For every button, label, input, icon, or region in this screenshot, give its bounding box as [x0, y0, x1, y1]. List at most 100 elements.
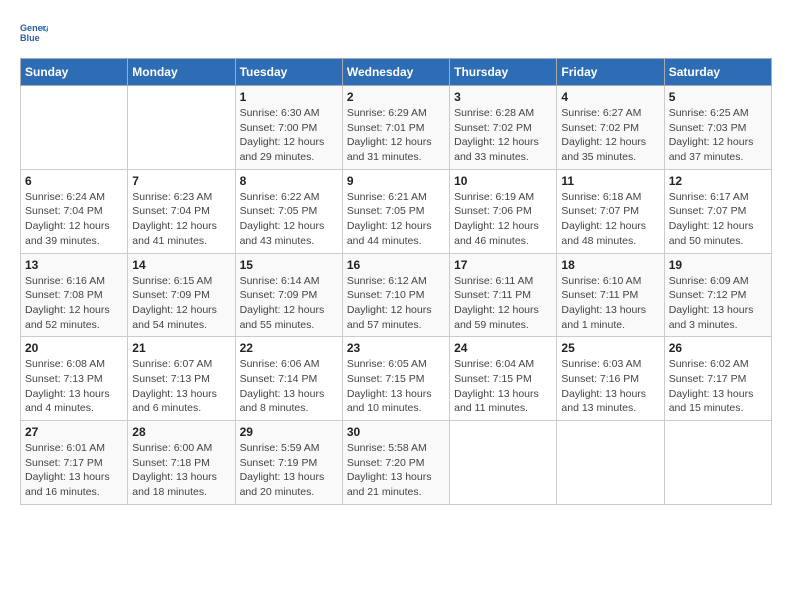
day-number: 27	[25, 425, 123, 439]
calendar-cell: 26 Sunrise: 6:02 AM Sunset: 7:17 PM Dayli…	[664, 337, 771, 421]
day-number: 7	[132, 174, 230, 188]
day-number: 6	[25, 174, 123, 188]
day-number: 24	[454, 341, 552, 355]
col-header-tuesday: Tuesday	[235, 59, 342, 86]
day-detail: Sunrise: 6:07 AM Sunset: 7:13 PM Dayligh…	[132, 357, 230, 416]
day-number: 15	[240, 258, 338, 272]
col-header-thursday: Thursday	[450, 59, 557, 86]
calendar-cell: 22 Sunrise: 6:06 AM Sunset: 7:14 PM Dayli…	[235, 337, 342, 421]
day-number: 26	[669, 341, 767, 355]
day-detail: Sunrise: 6:11 AM Sunset: 7:11 PM Dayligh…	[454, 274, 552, 333]
day-detail: Sunrise: 6:06 AM Sunset: 7:14 PM Dayligh…	[240, 357, 338, 416]
day-number: 17	[454, 258, 552, 272]
calendar-cell: 20 Sunrise: 6:08 AM Sunset: 7:13 PM Dayli…	[21, 337, 128, 421]
day-detail: Sunrise: 6:04 AM Sunset: 7:15 PM Dayligh…	[454, 357, 552, 416]
day-detail: Sunrise: 6:27 AM Sunset: 7:02 PM Dayligh…	[561, 106, 659, 165]
day-number: 25	[561, 341, 659, 355]
day-detail: Sunrise: 6:05 AM Sunset: 7:15 PM Dayligh…	[347, 357, 445, 416]
header: General Blue	[20, 20, 772, 48]
calendar-cell	[128, 86, 235, 170]
calendar-cell: 25 Sunrise: 6:03 AM Sunset: 7:16 PM Dayli…	[557, 337, 664, 421]
calendar-cell: 5 Sunrise: 6:25 AM Sunset: 7:03 PM Daylig…	[664, 86, 771, 170]
col-header-wednesday: Wednesday	[342, 59, 449, 86]
calendar-cell: 8 Sunrise: 6:22 AM Sunset: 7:05 PM Daylig…	[235, 169, 342, 253]
day-detail: Sunrise: 6:00 AM Sunset: 7:18 PM Dayligh…	[132, 441, 230, 500]
day-detail: Sunrise: 6:03 AM Sunset: 7:16 PM Dayligh…	[561, 357, 659, 416]
calendar-cell: 18 Sunrise: 6:10 AM Sunset: 7:11 PM Dayli…	[557, 253, 664, 337]
day-detail: Sunrise: 6:15 AM Sunset: 7:09 PM Dayligh…	[132, 274, 230, 333]
day-detail: Sunrise: 6:12 AM Sunset: 7:10 PM Dayligh…	[347, 274, 445, 333]
calendar-cell: 29Sunrise: 5:59 AM Sunset: 7:19 PM Dayli…	[235, 421, 342, 505]
day-number: 14	[132, 258, 230, 272]
calendar-header-row: SundayMondayTuesdayWednesdayThursdayFrid…	[21, 59, 772, 86]
calendar-table: SundayMondayTuesdayWednesdayThursdayFrid…	[20, 58, 772, 505]
calendar-cell: 14 Sunrise: 6:15 AM Sunset: 7:09 PM Dayli…	[128, 253, 235, 337]
day-detail: Sunrise: 6:18 AM Sunset: 7:07 PM Dayligh…	[561, 190, 659, 249]
svg-text:Blue: Blue	[20, 33, 40, 43]
day-number: 4	[561, 90, 659, 104]
day-detail: Sunrise: 6:01 AM Sunset: 7:17 PM Dayligh…	[25, 441, 123, 500]
calendar-week-1: 1 Sunrise: 6:30 AM Sunset: 7:00 PM Daylig…	[21, 86, 772, 170]
calendar-cell: 11 Sunrise: 6:18 AM Sunset: 7:07 PM Dayli…	[557, 169, 664, 253]
day-detail: Sunrise: 6:10 AM Sunset: 7:11 PM Dayligh…	[561, 274, 659, 333]
day-number: 20	[25, 341, 123, 355]
calendar-cell: 3 Sunrise: 6:28 AM Sunset: 7:02 PM Daylig…	[450, 86, 557, 170]
day-detail: Sunrise: 6:02 AM Sunset: 7:17 PM Dayligh…	[669, 357, 767, 416]
logo-icon: General Blue	[20, 20, 48, 48]
calendar-cell: 17 Sunrise: 6:11 AM Sunset: 7:11 PM Dayli…	[450, 253, 557, 337]
calendar-cell: 10 Sunrise: 6:19 AM Sunset: 7:06 PM Dayli…	[450, 169, 557, 253]
calendar-cell: 21 Sunrise: 6:07 AM Sunset: 7:13 PM Dayli…	[128, 337, 235, 421]
day-number: 12	[669, 174, 767, 188]
day-number: 3	[454, 90, 552, 104]
calendar-cell: 9Sunrise: 6:21 AM Sunset: 7:05 PM Daylig…	[342, 169, 449, 253]
day-detail: Sunrise: 6:29 AM Sunset: 7:01 PM Dayligh…	[347, 106, 445, 165]
day-detail: Sunrise: 6:17 AM Sunset: 7:07 PM Dayligh…	[669, 190, 767, 249]
calendar-cell: 23 Sunrise: 6:05 AM Sunset: 7:15 PM Dayli…	[342, 337, 449, 421]
calendar-week-5: 27 Sunrise: 6:01 AM Sunset: 7:17 PM Dayli…	[21, 421, 772, 505]
calendar-cell: 2 Sunrise: 6:29 AM Sunset: 7:01 PM Daylig…	[342, 86, 449, 170]
day-number: 10	[454, 174, 552, 188]
day-number: 11	[561, 174, 659, 188]
calendar-cell: 12 Sunrise: 6:17 AM Sunset: 7:07 PM Dayli…	[664, 169, 771, 253]
day-number: 2	[347, 90, 445, 104]
day-number: 8	[240, 174, 338, 188]
calendar-cell: 1 Sunrise: 6:30 AM Sunset: 7:00 PM Daylig…	[235, 86, 342, 170]
calendar-cell	[450, 421, 557, 505]
day-number: 5	[669, 90, 767, 104]
day-detail: Sunrise: 6:14 AM Sunset: 7:09 PM Dayligh…	[240, 274, 338, 333]
col-header-sunday: Sunday	[21, 59, 128, 86]
calendar-cell: 6 Sunrise: 6:24 AM Sunset: 7:04 PM Daylig…	[21, 169, 128, 253]
calendar-cell: 19Sunrise: 6:09 AM Sunset: 7:12 PM Dayli…	[664, 253, 771, 337]
day-detail: Sunrise: 6:30 AM Sunset: 7:00 PM Dayligh…	[240, 106, 338, 165]
day-detail: Sunrise: 6:25 AM Sunset: 7:03 PM Dayligh…	[669, 106, 767, 165]
calendar-cell: 30Sunrise: 5:58 AM Sunset: 7:20 PM Dayli…	[342, 421, 449, 505]
day-detail: Sunrise: 6:24 AM Sunset: 7:04 PM Dayligh…	[25, 190, 123, 249]
calendar-cell	[557, 421, 664, 505]
day-number: 30	[347, 425, 445, 439]
day-number: 23	[347, 341, 445, 355]
calendar-week-2: 6 Sunrise: 6:24 AM Sunset: 7:04 PM Daylig…	[21, 169, 772, 253]
calendar-cell: 27 Sunrise: 6:01 AM Sunset: 7:17 PM Dayli…	[21, 421, 128, 505]
calendar-cell: 16 Sunrise: 6:12 AM Sunset: 7:10 PM Dayli…	[342, 253, 449, 337]
day-number: 22	[240, 341, 338, 355]
col-header-monday: Monday	[128, 59, 235, 86]
day-number: 18	[561, 258, 659, 272]
calendar-week-4: 20 Sunrise: 6:08 AM Sunset: 7:13 PM Dayli…	[21, 337, 772, 421]
day-detail: Sunrise: 6:22 AM Sunset: 7:05 PM Dayligh…	[240, 190, 338, 249]
calendar-cell	[664, 421, 771, 505]
day-number: 28	[132, 425, 230, 439]
day-number: 13	[25, 258, 123, 272]
col-header-friday: Friday	[557, 59, 664, 86]
day-detail: Sunrise: 6:16 AM Sunset: 7:08 PM Dayligh…	[25, 274, 123, 333]
calendar-cell: 7Sunrise: 6:23 AM Sunset: 7:04 PM Daylig…	[128, 169, 235, 253]
day-number: 21	[132, 341, 230, 355]
calendar-cell: 15 Sunrise: 6:14 AM Sunset: 7:09 PM Dayli…	[235, 253, 342, 337]
day-detail: Sunrise: 6:28 AM Sunset: 7:02 PM Dayligh…	[454, 106, 552, 165]
day-detail: Sunrise: 5:59 AM Sunset: 7:19 PM Dayligh…	[240, 441, 338, 500]
calendar-cell: 24 Sunrise: 6:04 AM Sunset: 7:15 PM Dayli…	[450, 337, 557, 421]
day-number: 1	[240, 90, 338, 104]
day-detail: Sunrise: 6:19 AM Sunset: 7:06 PM Dayligh…	[454, 190, 552, 249]
calendar-cell: 28 Sunrise: 6:00 AM Sunset: 7:18 PM Dayli…	[128, 421, 235, 505]
day-number: 16	[347, 258, 445, 272]
day-detail: Sunrise: 6:08 AM Sunset: 7:13 PM Dayligh…	[25, 357, 123, 416]
